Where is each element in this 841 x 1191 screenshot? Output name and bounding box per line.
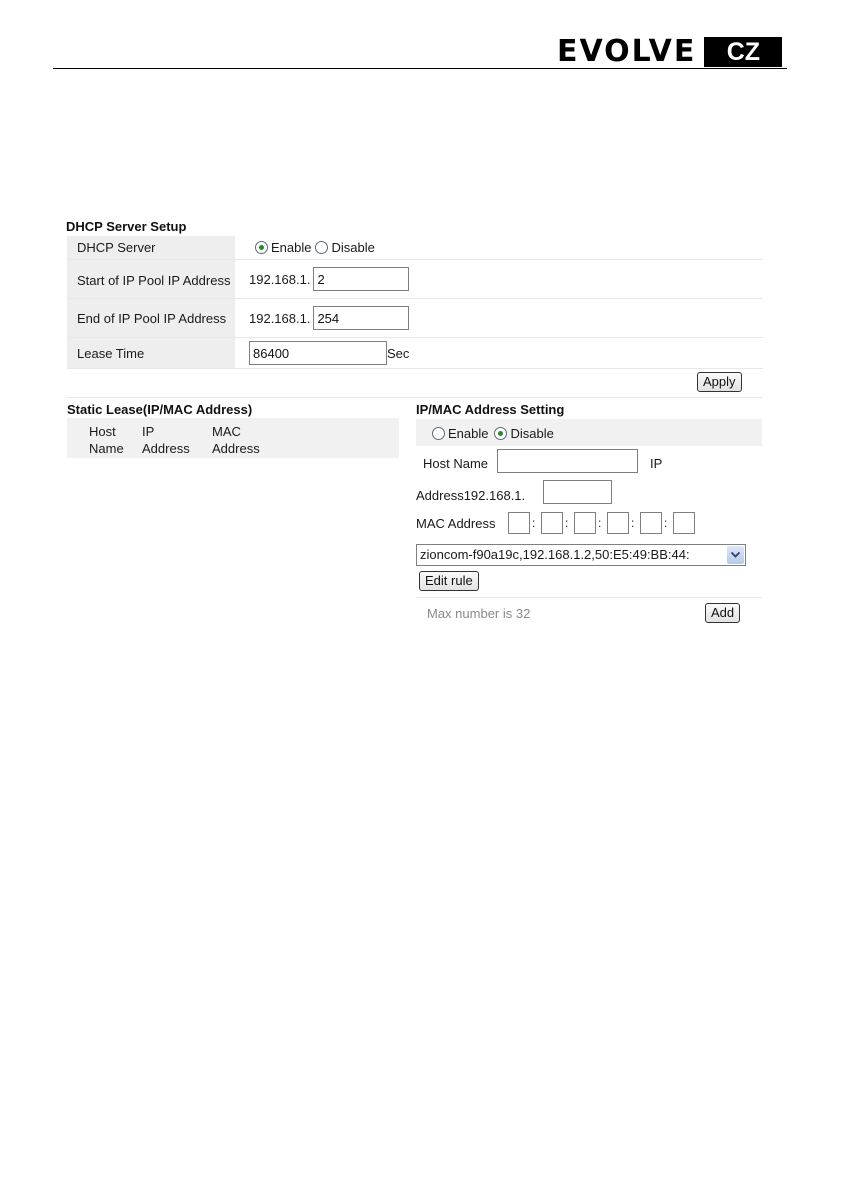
lease-time-input[interactable] [249, 341, 387, 365]
ip-last-octet-input[interactable] [543, 480, 612, 504]
ipmac-disable-label: Disable [510, 426, 554, 441]
mac-octet-3-input[interactable] [574, 512, 596, 534]
dhcp-settings-table: DHCP Server Enable Disable Start of IP P… [67, 236, 763, 369]
pool-start-input[interactable] [313, 267, 410, 291]
dhcp-section-title: DHCP Server Setup [66, 219, 187, 234]
pool-start-label: Start of IP Pool IP Address [67, 260, 235, 298]
mac-octet-2-input[interactable] [541, 512, 563, 534]
mac-separator: : [631, 516, 635, 530]
column-mac-address: MAC Address [212, 424, 260, 456]
lease-time-row: Lease Time Sec [67, 338, 763, 369]
edit-rule-button[interactable]: Edit rule [419, 571, 479, 591]
max-rules-note: Max number is 32 [427, 606, 531, 621]
mac-separator: : [664, 516, 668, 530]
header-divider [53, 68, 787, 69]
selected-client: zioncom-f90a19c,192.168.1.2,50:E5:49:BB:… [420, 547, 690, 562]
lease-time-label: Lease Time [67, 338, 235, 368]
pool-end-value: 192.168.1. [235, 299, 763, 337]
mac-octet-6-input[interactable] [673, 512, 695, 534]
dhcp-client-select[interactable]: zioncom-f90a19c,192.168.1.2,50:E5:49:BB:… [416, 544, 746, 566]
mac-separator: : [598, 516, 602, 530]
mac-octet-4-input[interactable] [607, 512, 629, 534]
pool-end-label: End of IP Pool IP Address [67, 299, 235, 337]
pool-start-prefix: 192.168.1. [249, 271, 311, 287]
mac-address-label: MAC Address [416, 516, 496, 531]
chevron-down-icon[interactable] [727, 546, 744, 564]
pool-start-row: Start of IP Pool IP Address 192.168.1. [67, 260, 763, 299]
dhcp-enable-radio[interactable] [255, 241, 268, 254]
dhcp-server-label: DHCP Server [67, 236, 235, 259]
mac-octet-5-input[interactable] [640, 512, 662, 534]
dhcp-server-row: DHCP Server Enable Disable [67, 236, 763, 260]
brand-logo: EVOLVE CZ [557, 34, 783, 69]
mac-octet-1-input[interactable] [508, 512, 530, 534]
static-lease-title: Static Lease(IP/MAC Address) [67, 402, 253, 417]
dhcp-disable-label: Disable [331, 240, 375, 255]
ipmac-section-title: IP/MAC Address Setting [416, 402, 565, 417]
ipmac-disable-radio[interactable] [494, 427, 508, 440]
ip-address-label: Address192.168.1. [416, 488, 526, 503]
lease-time-unit: Sec [387, 345, 410, 361]
add-button[interactable]: Add [705, 603, 741, 623]
column-ip-address: IP Address [142, 424, 190, 456]
ipmac-divider [416, 597, 762, 598]
static-lease-table-header: Host Name IP Address MAC Address [67, 418, 399, 458]
apply-button[interactable]: Apply [697, 372, 742, 392]
pool-end-prefix: 192.168.1. [249, 310, 311, 326]
ipmac-toggle-options: Enable Disable [432, 426, 554, 441]
dhcp-disable-radio[interactable] [315, 241, 329, 254]
lease-time-value: Sec [235, 338, 763, 368]
ipmac-enable-label: Enable [448, 426, 489, 441]
brand-name: EVOLVE [557, 34, 697, 69]
pool-start-value: 192.168.1. [235, 260, 763, 298]
dhcp-server-options: Enable Disable [235, 236, 763, 259]
pool-end-row: End of IP Pool IP Address 192.168.1. [67, 299, 763, 338]
ip-prefix: 192.168.1. [463, 488, 526, 503]
pool-end-input[interactable] [313, 306, 410, 330]
brand-badge: CZ [704, 37, 783, 67]
host-name-label: Host Name [423, 456, 489, 471]
dhcp-enable-label: Enable [271, 240, 312, 255]
ip-label: IP [650, 456, 663, 471]
mac-separator: : [532, 516, 536, 530]
column-host-name: Host Name [89, 424, 124, 456]
host-name-input[interactable] [497, 449, 638, 473]
apply-divider [67, 397, 763, 398]
ipmac-enable-radio[interactable] [432, 427, 445, 440]
mac-separator: : [565, 516, 569, 530]
